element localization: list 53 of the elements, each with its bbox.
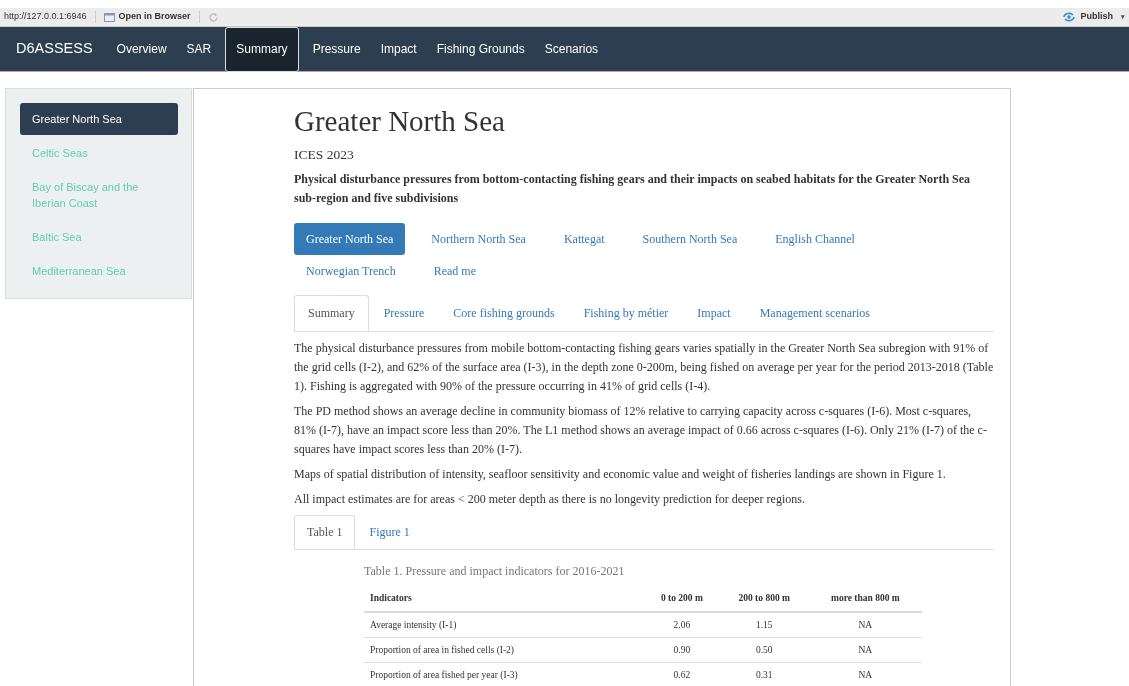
url-text: http://127.0.0.1:6946: [4, 10, 87, 24]
content-tab[interactable]: Fishing by métier: [569, 295, 683, 332]
paragraph: The PD method shows an average decline in community biomass of 12% relative to carrying capacity across c-squares (I-6). Most c-squares, 81% (I-7), have an impact score less than 20%. The L1 method shows an average impact of 0.66 across c-squares (I-6). Only 21% (I-7) of the c-squares have impact scores less than 20% (I-7).: [294, 403, 988, 459]
region-pill[interactable]: Read me: [421, 255, 488, 288]
column-header: 200 to 800 m: [719, 584, 809, 613]
content-tab[interactable]: Management scenarios: [745, 295, 884, 332]
publish-icon: [1062, 12, 1077, 22]
column-header: Indicators: [364, 584, 644, 613]
paragraph: The physical disturbance pressures from mobile bottom-contacting fishing gears varies spatially in the Greater North Sea subregion with 91% of the grid cells (I-2), and 62% of the surface area (I-3), in the depth zone 0-200m, being fished on average per year for the period 2013-2018 (Table 1). Fishing is aggregated with 90% of the pressure occurring in 41% of grid cells (I-4).: [294, 340, 994, 396]
table-cell: 0.50: [719, 637, 809, 663]
nav-tab[interactable]: Overview: [106, 26, 177, 72]
region-pill[interactable]: Northern North Sea: [419, 223, 538, 256]
content-tab[interactable]: Pressure: [369, 295, 439, 332]
paragraph: Maps of spatial distribution of intensity, seafloor sensitivity and economic value and weight of fisheries landings are shown in Figure 1.: [294, 466, 947, 484]
app-brand[interactable]: D6ASSESS: [16, 38, 93, 60]
region-pill[interactable]: Greater North Sea: [294, 223, 406, 256]
table-cell: 0.62: [644, 662, 720, 686]
content-tab[interactable]: Core fishing grounds: [439, 295, 569, 332]
table-caption: Table 1. Pressure and impact indicators for 2016-2021: [364, 563, 626, 581]
table-cell: NA: [808, 637, 922, 663]
content-tab[interactable]: Summary: [294, 295, 369, 332]
paragraph: All impact estimates are for areas < 200 meter depth as there is no longevity prediction for deeper regions.: [294, 491, 806, 509]
description: Physical disturbance pressures from bottom-contacting fishing gears and their impacts on seabed habitats for the Greater North Sea sub-region and five subdivisions: [294, 171, 972, 208]
open-in-browser-button[interactable]: Open in Browser: [103, 10, 191, 24]
table-cell: NA: [808, 612, 922, 638]
region-pill[interactable]: Norwegian Trench: [294, 255, 408, 288]
table-cell: Proportion of area fished per year (I-3): [364, 662, 644, 686]
nav-tab[interactable]: Scenarios: [534, 26, 609, 72]
table-cell: 0.90: [644, 637, 720, 663]
region-pill[interactable]: Southern North Sea: [630, 223, 750, 256]
nav-tab[interactable]: Summary: [225, 26, 299, 72]
subtitle: ICES 2023: [294, 146, 355, 164]
region-pill[interactable]: English Channel: [763, 223, 867, 256]
table-cell: Proportion of area in fished cells (I-2): [364, 637, 644, 663]
table-cell: Average intensity (I-1): [364, 612, 644, 638]
table-cell: 1.15: [719, 612, 809, 638]
nav-tab[interactable]: Impact: [370, 26, 427, 72]
table-cell: 0.31: [719, 662, 809, 686]
column-header: 0 to 200 m: [644, 584, 720, 613]
refresh-icon[interactable]: [207, 11, 219, 23]
content-tab[interactable]: Impact: [683, 295, 745, 332]
nav-tab[interactable]: Fishing Grounds: [426, 26, 535, 72]
nav-tab[interactable]: Pressure: [302, 26, 371, 72]
sidebar-item[interactable]: Greater North Sea: [20, 103, 178, 135]
table-cell: NA: [808, 662, 922, 686]
content-tab[interactable]: Table 1: [294, 515, 356, 550]
region-pill[interactable]: Kattegat: [551, 223, 617, 256]
table-cell: 2.06: [644, 612, 720, 638]
column-header: more than 800 m: [808, 584, 922, 613]
content-tab[interactable]: Figure 1: [356, 515, 423, 550]
page-title: Greater North Sea: [294, 104, 506, 139]
nav-tab[interactable]: SAR: [176, 26, 222, 72]
window-icon: [103, 12, 115, 22]
